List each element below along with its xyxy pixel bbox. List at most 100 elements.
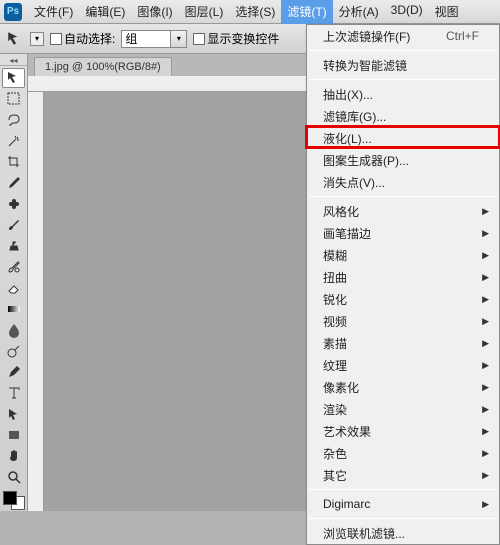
foreground-color-swatch[interactable]: [3, 491, 17, 505]
submenu-arrow-icon: ▶: [482, 316, 489, 327]
tool-rectangle[interactable]: [2, 425, 25, 445]
crop-icon: [6, 154, 22, 170]
menu-item-label: 消失点(V)...: [323, 174, 385, 191]
submenu-arrow-icon: ▶: [482, 404, 489, 415]
auto-select-combo[interactable]: ▾: [121, 30, 187, 48]
submenu-arrow-icon: ▶: [482, 448, 489, 459]
menubar: Ps 文件(F)编辑(E)图像(I)图层(L)选择(S)滤镜(T)分析(A)3D…: [0, 0, 500, 24]
menu-item[interactable]: Digimarc▶: [307, 493, 499, 515]
menu-item-label: 浏览联机滤镜...: [323, 525, 405, 542]
document-tab[interactable]: 1.jpg @ 100%(RGB/8#): [34, 57, 172, 76]
menu-item-label: 扭曲: [323, 269, 347, 286]
tool-path-select[interactable]: [2, 404, 25, 424]
menu-item-label: 艺术效果: [323, 423, 371, 440]
menu-item-label: 液化(L)...: [323, 130, 372, 147]
menu-separator: [309, 79, 497, 80]
eraser-icon: [6, 280, 22, 296]
menu-item[interactable]: 风格化▶: [307, 200, 499, 222]
history-brush-icon: [6, 259, 22, 275]
tool-dodge[interactable]: [2, 341, 25, 361]
menu-文件[interactable]: 文件(F): [28, 0, 79, 24]
tool-clone-stamp[interactable]: [2, 236, 25, 256]
menu-item-label: 像素化: [323, 379, 359, 396]
menu-item[interactable]: 像素化 ▶: [307, 376, 499, 398]
spot-heal-icon: [6, 196, 22, 212]
menu-item-label: 渲染: [323, 401, 347, 418]
auto-select-value[interactable]: [121, 30, 171, 48]
menu-item[interactable]: 转换为智能滤镜: [307, 54, 499, 76]
menu-item[interactable]: 锐化▶: [307, 288, 499, 310]
menu-item[interactable]: 视频 ▶: [307, 310, 499, 332]
lasso-icon: [6, 112, 22, 128]
menu-item[interactable]: 浏览联机滤镜...: [307, 522, 499, 544]
menu-item[interactable]: 纹理▶: [307, 354, 499, 376]
tool-blur[interactable]: [2, 320, 25, 340]
tool-spot-heal[interactable]: [2, 194, 25, 214]
tool-eraser[interactable]: [2, 278, 25, 298]
menu-item[interactable]: 图案生成器(P)...: [307, 149, 499, 171]
dodge-icon: [6, 343, 22, 359]
menu-编辑[interactable]: 编辑(E): [79, 0, 131, 24]
zoom-icon: [6, 469, 22, 485]
menu-滤镜[interactable]: 滤镜(T): [281, 0, 332, 24]
tool-history-brush[interactable]: [2, 257, 25, 277]
auto-select-checkbox[interactable]: 自动选择:: [50, 30, 115, 47]
tool-preset-dropdown[interactable]: ▾: [30, 32, 44, 46]
chevron-down-icon[interactable]: ▾: [171, 30, 187, 48]
tool-hand[interactable]: [2, 446, 25, 466]
magic-wand-icon: [6, 133, 22, 149]
show-transform-label: 显示变换控件: [207, 30, 279, 47]
menu-item[interactable]: 杂色▶: [307, 442, 499, 464]
toolbox-collapse[interactable]: ◂◂: [0, 56, 27, 66]
menu-item-label: 转换为智能滤镜: [323, 57, 407, 74]
submenu-arrow-icon: ▶: [482, 294, 489, 305]
submenu-arrow-icon: ▶: [482, 470, 489, 481]
tool-brush[interactable]: [2, 215, 25, 235]
ruler-vertical: [28, 92, 44, 511]
submenu-arrow-icon: ▶: [482, 338, 489, 349]
tool-marquee[interactable]: [2, 89, 25, 109]
tool-gradient[interactable]: [2, 299, 25, 319]
color-swatches[interactable]: [2, 490, 26, 511]
menu-item[interactable]: 抽出(X)...: [307, 83, 499, 105]
tool-zoom[interactable]: [2, 467, 25, 487]
tool-move[interactable]: [2, 68, 25, 88]
clone-stamp-icon: [6, 238, 22, 254]
brush-icon: [6, 217, 22, 233]
menu-separator: [309, 489, 497, 490]
menu-item-label: 抽出(X)...: [323, 86, 373, 103]
menu-3D[interactable]: 3D(D): [385, 0, 429, 24]
menu-item-label: 其它: [323, 467, 347, 484]
tool-crop[interactable]: [2, 152, 25, 172]
menu-图像[interactable]: 图像(I): [131, 0, 178, 24]
menu-视图[interactable]: 视图: [429, 0, 465, 24]
tool-eyedropper[interactable]: [2, 173, 25, 193]
auto-select-label: 自动选择:: [64, 30, 115, 47]
submenu-arrow-icon: ▶: [482, 382, 489, 393]
menu-图层[interactable]: 图层(L): [179, 0, 230, 24]
submenu-arrow-icon: ▶: [482, 250, 489, 261]
menu-item[interactable]: 滤镜库(G)...: [307, 105, 499, 127]
tool-pen[interactable]: [2, 362, 25, 382]
menu-item[interactable]: 素描▶: [307, 332, 499, 354]
menu-item[interactable]: 画笔描边▶: [307, 222, 499, 244]
menu-item[interactable]: 液化(L)...: [307, 127, 499, 149]
menu-item[interactable]: 模糊▶: [307, 244, 499, 266]
menu-item[interactable]: 艺术效果▶: [307, 420, 499, 442]
submenu-arrow-icon: ▶: [482, 206, 489, 217]
menu-分析[interactable]: 分析(A): [333, 0, 385, 24]
show-transform-checkbox[interactable]: 显示变换控件: [193, 30, 279, 47]
menu-item-label: 视频: [323, 313, 347, 330]
tool-type[interactable]: [2, 383, 25, 403]
menu-item[interactable]: 扭曲▶: [307, 266, 499, 288]
menu-separator: [309, 50, 497, 51]
menu-item[interactable]: 消失点(V)...: [307, 171, 499, 193]
menu-item-last-filter[interactable]: 上次滤镜操作(F) Ctrl+F: [307, 25, 499, 47]
menu-选择[interactable]: 选择(S): [229, 0, 281, 24]
menu-separator: [309, 518, 497, 519]
tool-magic-wand[interactable]: [2, 131, 25, 151]
menu-item[interactable]: 渲染 ▶: [307, 398, 499, 420]
menu-item[interactable]: 其它 ▶: [307, 464, 499, 486]
tool-lasso[interactable]: [2, 110, 25, 130]
hand-icon: [6, 448, 22, 464]
